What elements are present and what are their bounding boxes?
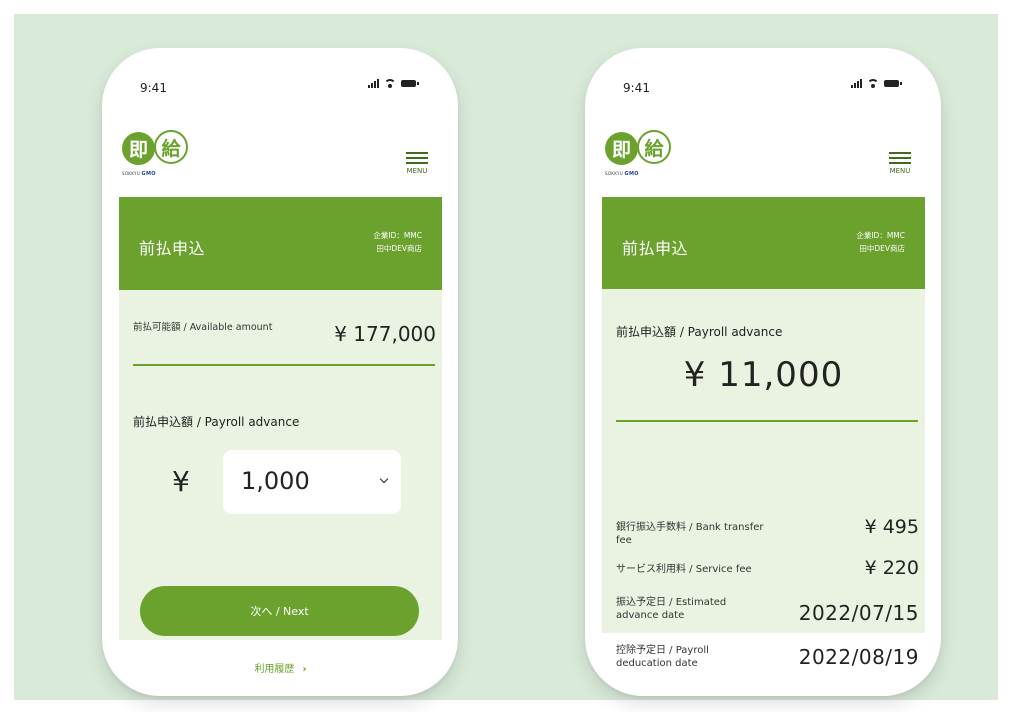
deduction-date-label: 控除予定日 / Payroll deducation date: [616, 645, 709, 669]
menu-label: MENU: [889, 167, 911, 175]
next-button[interactable]: 次へ / Next: [140, 586, 419, 636]
available-amount-value: ¥ 177,000: [334, 322, 436, 346]
company-name: 田中DEV商店: [859, 244, 905, 253]
advance-amount-value: 1,000: [241, 467, 310, 495]
company-id: 企業ID：MMC: [856, 231, 905, 240]
logo-sub-text: SOKKYU: [122, 171, 140, 176]
battery-icon: [884, 80, 902, 87]
logo-sub-text: SOKKYU: [605, 171, 623, 176]
service-fee-value: ¥ 220: [864, 557, 919, 579]
payroll-advance-label: 前払申込額 / Payroll advance: [133, 415, 300, 429]
divider: [133, 364, 435, 366]
chevron-right-icon: ›: [302, 664, 307, 675]
page-header: 前払申込 企業ID：MMC 田中DEV商店: [119, 197, 442, 290]
phone-mockup-input: 9:41 即 給 SOKKYU GMO MENU 前払申込 企業ID：MMC 田…: [102, 48, 458, 696]
hamburger-icon: [406, 152, 428, 154]
logo-char-2: 給: [154, 130, 188, 164]
hamburger-icon: [889, 152, 911, 154]
bank-fee-label: 銀行振込手数料 / Bank transfer fee: [616, 522, 764, 546]
payroll-advance-label: 前払申込額 / Payroll advance: [616, 325, 783, 339]
battery-icon: [401, 80, 419, 87]
status-time: 9:41: [623, 81, 650, 95]
transfer-date-value: 2022/07/15: [798, 601, 919, 625]
status-icons: [368, 79, 419, 88]
signal-icon: [368, 79, 379, 88]
sokkyu-logo[interactable]: 即 給 SOKKYU GMO: [122, 130, 202, 182]
usage-history-label: 利用履歴: [254, 664, 295, 675]
status-icons: [851, 79, 902, 88]
service-fee-label: サービス利用料 / Service fee: [616, 564, 752, 575]
divider: [616, 420, 918, 422]
company-name: 田中DEV商店: [376, 244, 422, 253]
logo-subtitle: SOKKYU GMO: [605, 171, 639, 177]
page-title: 前払申込: [622, 239, 689, 258]
logo-brand: GMO: [624, 171, 639, 177]
transfer-date-label: 振込予定日 / Estimated advance date: [616, 597, 727, 621]
usage-history-link[interactable]: 利用履歴 ›: [119, 660, 442, 675]
company-info: 企業ID：MMC 田中DEV商店: [373, 229, 422, 255]
logo-subtitle: SOKKYU GMO: [122, 171, 156, 177]
logo-char-1: 即: [122, 132, 155, 165]
content-panel: 前払申込額 / Payroll advance ¥ 11,000 銀行振込手数料…: [602, 289, 925, 669]
signal-icon: [851, 79, 862, 88]
content-panel: 前払可能額 / Available amount ¥ 177,000 前払申込額…: [119, 290, 442, 675]
page-header: 前払申込 企業ID：MMC 田中DEV商店: [602, 197, 925, 289]
available-amount-label: 前払可能額 / Available amount: [133, 322, 273, 333]
advance-amount-select[interactable]: 1,000: [223, 450, 401, 514]
company-id: 企業ID：MMC: [373, 231, 422, 240]
status-time: 9:41: [140, 81, 167, 95]
sokkyu-logo[interactable]: 即 給 SOKKYU GMO: [605, 130, 685, 182]
logo-char-2: 給: [637, 130, 671, 164]
payroll-advance-value: ¥ 11,000: [683, 355, 844, 395]
deduction-date-value: 2022/08/19: [798, 645, 919, 669]
phone-mockup-confirm: 9:41 即 給 SOKKYU GMO MENU 前払申込 企業ID：MMC 田…: [585, 48, 941, 696]
menu-label: MENU: [406, 167, 428, 175]
wifi-icon: [867, 79, 879, 88]
menu-button[interactable]: MENU: [889, 152, 911, 175]
page-title: 前払申込: [139, 239, 206, 258]
logo-brand: GMO: [141, 171, 156, 177]
company-info: 企業ID：MMC 田中DEV商店: [856, 229, 905, 255]
bank-fee-value: ¥ 495: [864, 516, 919, 538]
currency-symbol: ¥: [172, 465, 190, 498]
menu-button[interactable]: MENU: [406, 152, 428, 175]
chevron-down-icon: [379, 474, 389, 484]
logo-char-1: 即: [605, 132, 638, 165]
wifi-icon: [384, 79, 396, 88]
